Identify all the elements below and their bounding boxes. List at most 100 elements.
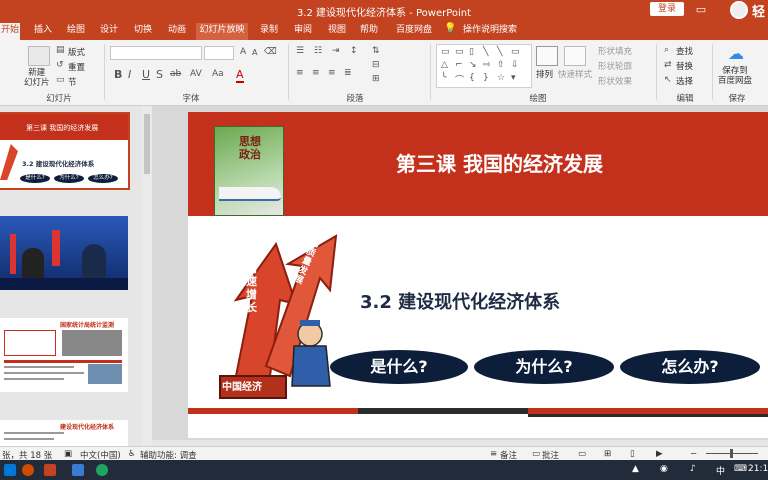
arrange-button[interactable]: 排列 bbox=[536, 68, 553, 80]
new-slide-button[interactable]: 新建 幻灯片 bbox=[24, 68, 50, 88]
tab-review[interactable]: 审阅 bbox=[290, 23, 316, 40]
font-name-input[interactable] bbox=[110, 46, 202, 60]
clear-format-icon[interactable]: ⌫ bbox=[264, 47, 277, 57]
new-slide-icon[interactable] bbox=[28, 46, 50, 66]
arrange-icon[interactable] bbox=[536, 46, 558, 66]
section-button[interactable]: 节 bbox=[68, 76, 77, 88]
tab-transitions[interactable]: 切换 bbox=[130, 23, 156, 40]
shape-effects-button[interactable]: 形状效果 bbox=[598, 75, 632, 87]
layout-button[interactable]: 版式 bbox=[68, 46, 85, 58]
current-slide[interactable]: 思想 政治 第三课 我国的经济发展 高速增长 高质量发展 中国经济 3.2 建设… bbox=[188, 112, 768, 438]
tell-me-search[interactable]: 操作说明搜索 bbox=[460, 23, 520, 40]
tab-design[interactable]: 设计 bbox=[96, 23, 122, 40]
align-right-icon[interactable]: ≡ bbox=[328, 68, 336, 78]
tab-view[interactable]: 视图 bbox=[324, 23, 350, 40]
shapes-gallery[interactable]: ▭ ▭ ▯ ╲ ╲ ▭ △ ⌐ ↘ ⇨ ⇧ ⇩ ╰ ⌒{} ☆ ▾ bbox=[436, 44, 532, 88]
shape-outline-button[interactable]: 形状轮廓 bbox=[598, 60, 632, 72]
quick-styles-icon[interactable] bbox=[564, 46, 586, 66]
grow-font-icon[interactable]: A bbox=[240, 47, 246, 57]
tab-draw[interactable]: 绘图 bbox=[63, 23, 89, 40]
shrink-font-icon[interactable]: A bbox=[252, 48, 257, 57]
app-icon[interactable] bbox=[72, 464, 84, 476]
group-label-editing: 编辑 bbox=[676, 94, 694, 104]
slide-thumbnail-4[interactable]: 建设现代化经济体系 bbox=[0, 420, 128, 446]
thumb-flag bbox=[10, 234, 16, 274]
login-button[interactable]: 登录 bbox=[650, 2, 684, 16]
justify-icon[interactable]: ≣ bbox=[344, 68, 352, 78]
tab-slideshow[interactable]: 幻灯片放映 bbox=[196, 23, 248, 40]
lightbulb-icon: 💡 bbox=[444, 23, 457, 34]
text-direction-icon[interactable]: ⇅ bbox=[372, 46, 380, 56]
strikethrough-button[interactable]: ab bbox=[170, 69, 181, 79]
thumb-pill: 怎么办? bbox=[88, 174, 118, 183]
thumb-speaker bbox=[22, 248, 44, 278]
change-case-button[interactable]: Aa bbox=[212, 69, 224, 79]
smartart-icon[interactable]: ⊞ bbox=[372, 74, 380, 84]
line-spacing-icon[interactable]: ↕ bbox=[350, 46, 358, 56]
app-icon[interactable] bbox=[96, 464, 108, 476]
character-spacing-button[interactable]: AV bbox=[190, 69, 202, 79]
group-label-slides: 幻灯片 bbox=[46, 94, 72, 104]
zoom-out-icon[interactable]: − bbox=[690, 449, 697, 459]
slide-thumbnails-pane: 第三课 我国的经济发展 3.2 建设现代化经济体系 是什么? 为什么? 怎么办?… bbox=[0, 106, 152, 446]
app-icon[interactable] bbox=[22, 464, 34, 476]
tray-icon[interactable]: ▲ bbox=[632, 464, 639, 474]
thumbnails-scrollbar[interactable] bbox=[142, 106, 152, 446]
tab-help[interactable]: 帮助 bbox=[356, 23, 382, 40]
thumb-line bbox=[4, 366, 74, 368]
reset-button[interactable]: 重置 bbox=[68, 61, 85, 73]
spellcheck-icon[interactable]: ▣ bbox=[64, 449, 72, 459]
tab-home[interactable]: 开始 bbox=[0, 23, 20, 40]
find-button[interactable]: 查找 bbox=[676, 45, 693, 57]
align-left-icon[interactable]: ≡ bbox=[296, 68, 304, 78]
thumb-anchor bbox=[82, 244, 106, 278]
divider bbox=[712, 44, 713, 100]
ime-icon[interactable]: ⌨ bbox=[734, 464, 747, 474]
replace-button[interactable]: 替换 bbox=[676, 60, 693, 72]
bold-button[interactable]: B bbox=[114, 68, 122, 81]
shape-fill-button[interactable]: 形状填充 bbox=[598, 45, 632, 57]
save-to-baidu-button[interactable]: 保存到 百度网盘 bbox=[718, 66, 752, 86]
slide-sorter-icon[interactable]: ⊞ bbox=[604, 449, 611, 459]
font-size-input[interactable] bbox=[204, 46, 234, 60]
scrollbar-thumb[interactable] bbox=[144, 114, 150, 174]
divider bbox=[656, 44, 657, 100]
volume-icon[interactable]: ♪ bbox=[690, 464, 696, 474]
title-bar: 3.2 建设现代化经济体系 - PowerPoint 登录 ▭ 轻 bbox=[0, 0, 768, 20]
select-button[interactable]: 选择 bbox=[676, 75, 693, 87]
clock[interactable]: 21:1 bbox=[748, 464, 768, 474]
indent-icon[interactable]: ⇥ bbox=[332, 46, 340, 56]
thumb-pill: 为什么? bbox=[54, 174, 84, 183]
ime-indicator[interactable]: 中 bbox=[716, 464, 725, 477]
powerpoint-icon[interactable] bbox=[44, 464, 56, 476]
bullets-icon[interactable]: ☰ bbox=[296, 46, 304, 56]
thumb-diagram bbox=[4, 330, 56, 356]
avatar[interactable] bbox=[730, 1, 748, 19]
italic-button[interactable]: I bbox=[128, 68, 131, 81]
tab-baidu-netdisk[interactable]: 百度网盘 bbox=[392, 23, 436, 40]
status-bar: 张，共 18 张 ▣ 中文(中国) ♿ 辅助功能: 调查 ≡ 备注 ▭ 批注 ▭… bbox=[0, 446, 768, 461]
align-center-icon[interactable]: ≡ bbox=[312, 68, 320, 78]
shadow-button[interactable]: S bbox=[156, 68, 163, 81]
slide-thumbnail-2[interactable] bbox=[0, 216, 128, 290]
tab-insert[interactable]: 插入 bbox=[30, 23, 56, 40]
thumb-heading: 建设现代化经济体系 bbox=[60, 424, 115, 431]
reading-view-icon[interactable]: ▯ bbox=[630, 449, 635, 459]
ribbon-tabs: 开始 插入 绘图 设计 切换 动画 幻灯片放映 录制 审阅 视图 帮助 百度网盘… bbox=[0, 20, 768, 40]
tab-animations[interactable]: 动画 bbox=[164, 23, 190, 40]
ribbon-display-icon[interactable]: ▭ bbox=[694, 3, 708, 17]
tab-record[interactable]: 录制 bbox=[256, 23, 282, 40]
font-color-button[interactable]: A bbox=[236, 68, 244, 83]
slide-thumbnail-1[interactable]: 第三课 我国的经济发展 3.2 建设现代化经济体系 是什么? 为什么? 怎么办? bbox=[0, 112, 130, 190]
slide-thumbnail-3[interactable]: 国家统计局统计监测 bbox=[0, 318, 128, 392]
question-what: 是什么? bbox=[330, 350, 468, 384]
normal-view-icon[interactable]: ▭ bbox=[578, 449, 586, 459]
network-icon[interactable]: ◉ bbox=[660, 464, 668, 474]
quick-styles-button[interactable]: 快速样式 bbox=[558, 68, 592, 80]
align-text-icon[interactable]: ⊟ bbox=[372, 60, 380, 70]
underline-button[interactable]: U bbox=[142, 68, 150, 81]
start-icon[interactable] bbox=[4, 464, 16, 476]
slideshow-icon[interactable]: ▶ bbox=[656, 449, 663, 459]
numbering-icon[interactable]: ☷ bbox=[314, 46, 322, 56]
zoom-slider-knob[interactable] bbox=[730, 449, 733, 458]
